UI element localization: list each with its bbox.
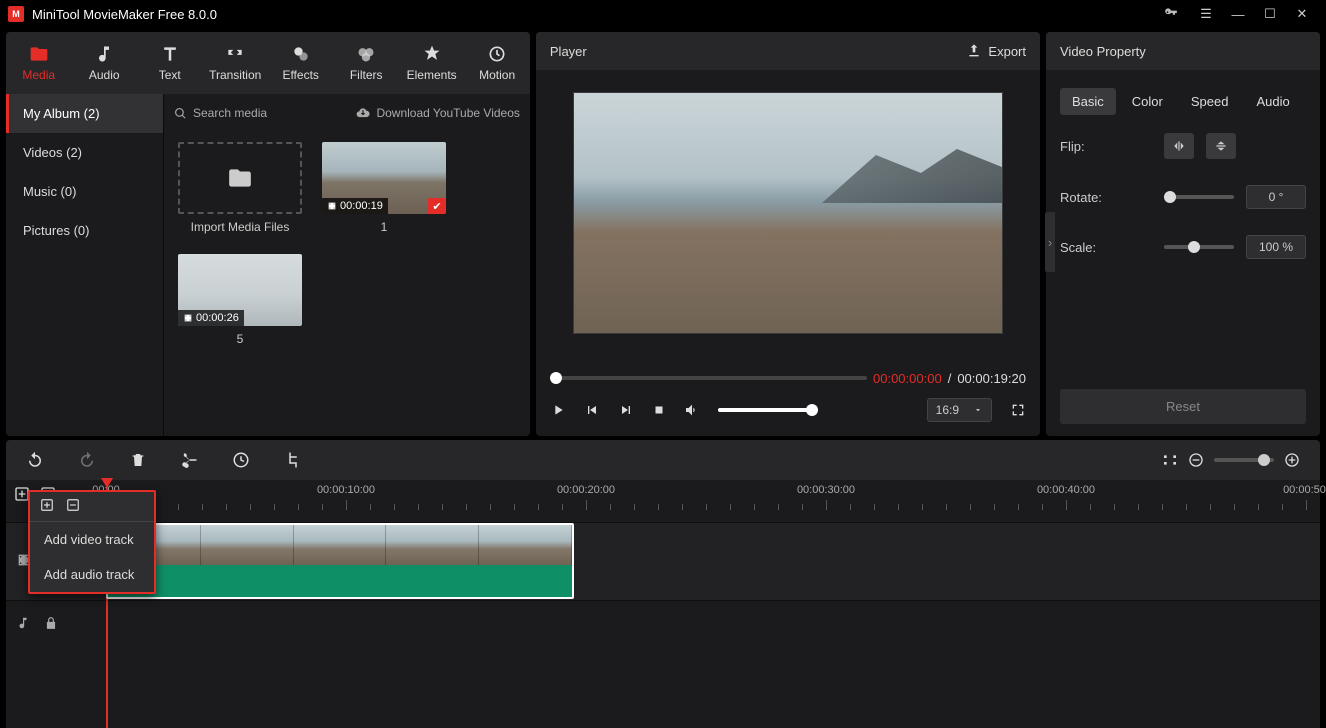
film-icon [183, 313, 193, 323]
tab-filters[interactable]: Filters [333, 32, 398, 94]
aspect-ratio-select[interactable]: 16:9 [927, 398, 992, 422]
app-logo: M [8, 6, 24, 22]
module-tabs: Media Audio Text Transition Effects Filt… [6, 32, 530, 94]
export-button[interactable]: Export [966, 43, 1026, 59]
rotate-label: Rotate: [1060, 190, 1120, 205]
maximize-button[interactable]: ☐ [1254, 6, 1286, 22]
volume-slider[interactable] [718, 408, 818, 412]
rotate-value[interactable]: 0 ° [1246, 185, 1306, 209]
minimize-button[interactable]: — [1222, 7, 1254, 22]
undo-button[interactable] [26, 451, 44, 469]
tab-media[interactable]: Media [6, 32, 71, 94]
tab-elements[interactable]: Elements [399, 32, 464, 94]
tab-effects[interactable]: Effects [268, 32, 333, 94]
audio-track [6, 600, 1320, 648]
redo-button[interactable] [78, 451, 96, 469]
search-media[interactable]: Search media [174, 106, 356, 120]
download-youtube-button[interactable]: Download YouTube Videos [356, 106, 519, 120]
sidebar-item-videos[interactable]: Videos (2) [6, 133, 163, 172]
duration-badge: 00:00:26 [178, 310, 244, 326]
stop-button[interactable] [652, 403, 666, 417]
close-button[interactable]: ✕ [1286, 6, 1318, 22]
next-frame-button[interactable] [618, 402, 634, 418]
menu-add-audio-track[interactable]: Add audio track [30, 557, 154, 592]
play-button[interactable] [550, 402, 566, 418]
fullscreen-button[interactable] [1010, 402, 1026, 418]
prev-frame-button[interactable] [584, 402, 600, 418]
menu-add-video-track[interactable]: Add video track [30, 522, 154, 557]
video-preview[interactable] [573, 92, 1003, 334]
tab-audio[interactable]: Audio [71, 32, 136, 94]
crop-button[interactable] [284, 451, 302, 469]
player-title: Player [550, 44, 587, 59]
prop-tab-audio[interactable]: Audio [1244, 88, 1301, 115]
sidebar-item-myalbum[interactable]: My Album (2) [6, 94, 163, 133]
key-icon[interactable] [1164, 6, 1178, 23]
scale-label: Scale: [1060, 240, 1120, 255]
cloud-download-icon [356, 106, 370, 120]
reset-button[interactable]: Reset [1060, 389, 1306, 424]
flip-horizontal-button[interactable] [1164, 133, 1194, 159]
ruler-label: 00:00:10:00 [317, 484, 375, 496]
music-icon [16, 616, 30, 633]
time-total: 00:00:19:20 [957, 371, 1026, 386]
time-current: 00:00:00:00 [873, 371, 942, 386]
export-icon [966, 43, 982, 59]
properties-title: Video Property [1060, 44, 1146, 59]
media-sidebar: My Album (2) Videos (2) Music (0) Pictur… [6, 94, 164, 436]
collapse-properties-button[interactable]: › [1045, 212, 1055, 272]
sidebar-item-music[interactable]: Music (0) [6, 172, 163, 211]
scale-value[interactable]: 100 % [1246, 235, 1306, 259]
timeline: 00:0000:00:10:0000:00:20:0000:00:30:0000… [6, 480, 1320, 728]
add-track-menu: Add video track Add audio track [28, 490, 156, 594]
tab-transition[interactable]: Transition [202, 32, 267, 94]
properties-panel: › Video Property Basic Color Speed Audio… [1046, 32, 1320, 436]
app-title: MiniTool MovieMaker Free 8.0.0 [32, 7, 217, 22]
zoom-in-button[interactable] [1284, 452, 1300, 468]
seek-bar[interactable] [550, 376, 867, 380]
zoom-out-button[interactable] [1188, 452, 1204, 468]
menu-icon[interactable]: ☰ [1190, 6, 1222, 22]
zoom-slider[interactable] [1214, 458, 1274, 462]
tab-motion[interactable]: Motion [464, 32, 529, 94]
search-icon [174, 107, 187, 120]
video-track [6, 522, 1320, 600]
ruler-label: 00:00:40:00 [1037, 484, 1095, 496]
remove-track-icon [66, 498, 80, 515]
media-thumb-1[interactable]: 00:00:19 ✔ 1 [322, 142, 446, 234]
media-thumb-2[interactable]: 00:00:26 5 [178, 254, 302, 346]
split-button[interactable] [180, 451, 198, 469]
timeline-clip[interactable] [106, 523, 574, 599]
prop-tab-speed[interactable]: Speed [1179, 88, 1241, 115]
flip-label: Flip: [1060, 139, 1120, 154]
film-icon [327, 201, 337, 211]
timeline-toolbar [6, 440, 1320, 480]
prop-tab-basic[interactable]: Basic [1060, 88, 1116, 115]
player-panel: Player Export 00:00:00:00 / 00:00:19:20 [536, 32, 1040, 436]
rotate-slider[interactable] [1164, 195, 1234, 199]
volume-button[interactable] [684, 402, 700, 418]
flip-vertical-button[interactable] [1206, 133, 1236, 159]
ruler-label: 00:00:30:00 [797, 484, 855, 496]
speed-button[interactable] [232, 451, 250, 469]
media-panel: Media Audio Text Transition Effects Filt… [6, 32, 530, 436]
ruler-label: 00:00:50: [1283, 484, 1326, 496]
duration-badge: 00:00:19 [322, 198, 388, 214]
titlebar: M MiniTool MovieMaker Free 8.0.0 ☰ — ☐ ✕ [0, 0, 1326, 28]
check-icon: ✔ [428, 198, 446, 214]
sidebar-item-pictures[interactable]: Pictures (0) [6, 211, 163, 250]
lock-icon[interactable] [44, 616, 58, 633]
prop-tab-color[interactable]: Color [1120, 88, 1175, 115]
time-ruler[interactable]: 00:0000:00:10:0000:00:20:0000:00:30:0000… [106, 480, 1320, 522]
tab-text[interactable]: Text [137, 32, 202, 94]
delete-button[interactable] [130, 451, 146, 469]
ruler-label: 00:00:20:00 [557, 484, 615, 496]
folder-icon [227, 165, 253, 191]
import-media-button[interactable]: Import Media Files [178, 142, 302, 234]
fit-timeline-button[interactable] [1162, 452, 1178, 468]
add-track-icon [40, 498, 54, 515]
chevron-down-icon [973, 405, 983, 415]
scale-slider[interactable] [1164, 245, 1234, 249]
